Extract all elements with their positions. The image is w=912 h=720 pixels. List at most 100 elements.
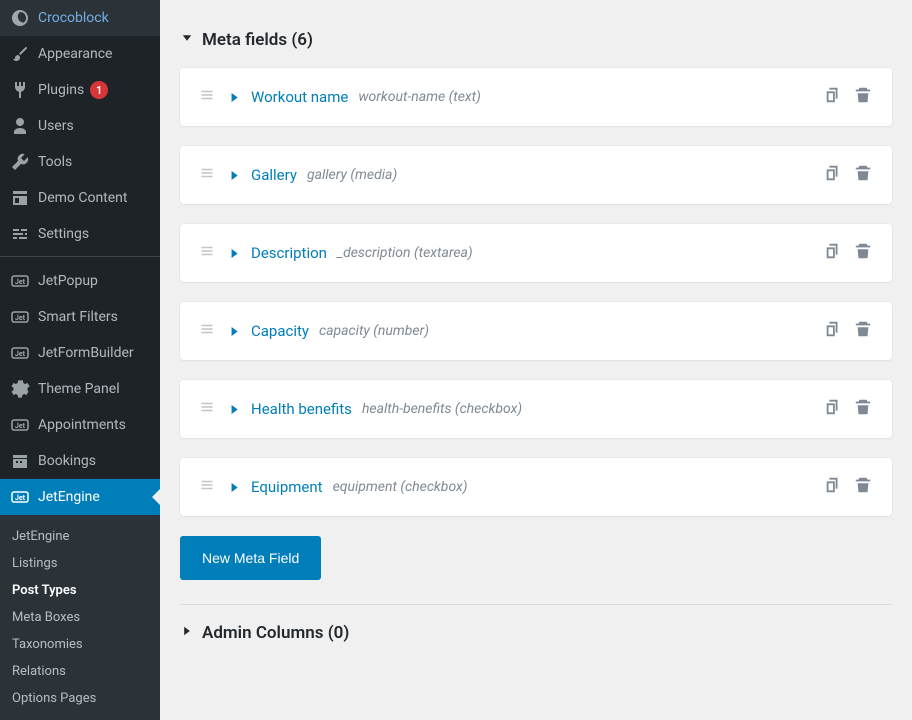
admin-columns-section-header[interactable]: Admin Columns (0) <box>180 604 892 661</box>
demo-icon <box>10 188 30 208</box>
expand-field-icon[interactable] <box>228 325 241 338</box>
meta-field-row: Equipment equipment (checkbox) <box>180 458 892 516</box>
trash-icon[interactable] <box>854 398 872 420</box>
sidebar-item-crocoblock[interactable]: Crocoblock <box>0 0 160 36</box>
sidebar-item-label: Bookings <box>38 453 96 469</box>
meta-fields-section-header[interactable]: Meta fields (6) <box>180 0 892 68</box>
submenu-item-taxonomies[interactable]: Taxonomies <box>0 631 160 658</box>
jet-icon <box>10 307 30 327</box>
chevron-right-icon <box>180 623 194 643</box>
new-meta-field-button[interactable]: New Meta Field <box>180 536 321 580</box>
copy-icon[interactable] <box>824 242 842 264</box>
submenu-item-relations[interactable]: Relations <box>0 658 160 685</box>
sidebar-item-appointments[interactable]: Appointments <box>0 407 160 443</box>
submenu-item-post-types[interactable]: Post Types <box>0 577 160 604</box>
sidebar-item-label: Demo Content <box>38 190 128 206</box>
copy-icon[interactable] <box>824 398 842 420</box>
row-actions <box>824 164 872 186</box>
sidebar-item-jetpopup[interactable]: JetPopup <box>0 263 160 299</box>
field-label[interactable]: Description <box>251 244 327 262</box>
meta-field-row: Description _description (textarea) <box>180 224 892 282</box>
submenu-item-meta-boxes[interactable]: Meta Boxes <box>0 604 160 631</box>
sidebar-item-smart-filters[interactable]: Smart Filters <box>0 299 160 335</box>
sidebar-item-appearance[interactable]: Appearance <box>0 36 160 72</box>
jet-icon <box>10 415 30 435</box>
main-content: Meta fields (6) Workout name workout-name… <box>160 0 912 698</box>
field-meta: capacity (number) <box>319 323 429 339</box>
sidebar-item-label: JetFormBuilder <box>38 345 134 361</box>
user-icon <box>10 116 30 136</box>
copy-icon[interactable] <box>824 476 842 498</box>
expand-field-icon[interactable] <box>228 169 241 182</box>
expand-field-icon[interactable] <box>228 247 241 260</box>
meta-field-row: Workout name workout-name (text) <box>180 68 892 126</box>
copy-icon[interactable] <box>824 320 842 342</box>
section-title: Admin Columns (0) <box>202 623 349 643</box>
jetengine-submenu: JetEngineListingsPost TypesMeta BoxesTax… <box>0 515 160 720</box>
sidebar-item-tools[interactable]: Tools <box>0 144 160 180</box>
row-actions <box>824 476 872 498</box>
update-badge: 1 <box>90 81 108 99</box>
gear-icon <box>10 379 30 399</box>
trash-icon[interactable] <box>854 86 872 108</box>
field-meta: gallery (media) <box>307 167 397 183</box>
submenu-item-jetengine[interactable]: JetEngine <box>0 523 160 550</box>
brush-icon <box>10 44 30 64</box>
row-actions <box>824 86 872 108</box>
drag-handle-icon[interactable] <box>200 88 214 106</box>
sidebar-item-label: JetPopup <box>38 273 98 289</box>
row-actions <box>824 242 872 264</box>
sidebar-item-label: Users <box>38 118 74 134</box>
field-meta: _description (textarea) <box>337 245 473 261</box>
copy-icon[interactable] <box>824 164 842 186</box>
field-label[interactable]: Gallery <box>251 166 297 184</box>
wrench-icon <box>10 152 30 172</box>
submenu-item-options-pages[interactable]: Options Pages <box>0 685 160 712</box>
sidebar-item-label: Tools <box>38 154 72 170</box>
expand-field-icon[interactable] <box>228 91 241 104</box>
meta-field-row: Health benefits health-benefits (checkbox… <box>180 380 892 438</box>
sidebar-item-label: JetEngine <box>38 489 100 505</box>
field-meta: workout-name (text) <box>358 89 481 105</box>
sidebar-item-label: Plugins <box>38 82 84 98</box>
drag-handle-icon[interactable] <box>200 478 214 496</box>
sidebar-item-bookings[interactable]: Bookings <box>0 443 160 479</box>
field-meta: equipment (checkbox) <box>333 479 468 495</box>
field-meta: health-benefits (checkbox) <box>362 401 522 417</box>
jet-icon <box>10 271 30 291</box>
copy-icon[interactable] <box>824 86 842 108</box>
bookings-icon <box>10 451 30 471</box>
sidebar-item-label: Crocoblock <box>38 10 109 26</box>
expand-field-icon[interactable] <box>228 481 241 494</box>
trash-icon[interactable] <box>854 320 872 342</box>
field-label[interactable]: Health benefits <box>251 400 352 418</box>
sidebar-item-settings[interactable]: Settings <box>0 216 160 252</box>
submenu-item-listings[interactable]: Listings <box>0 550 160 577</box>
field-label[interactable]: Workout name <box>251 88 348 106</box>
expand-field-icon[interactable] <box>228 403 241 416</box>
sidebar-item-plugins[interactable]: Plugins 1 <box>0 72 160 108</box>
plug-icon <box>10 80 30 100</box>
drag-handle-icon[interactable] <box>200 322 214 340</box>
jet-icon <box>10 343 30 363</box>
menu-separator <box>0 252 160 257</box>
sidebar-item-demo-content[interactable]: Demo Content <box>0 180 160 216</box>
sidebar-item-users[interactable]: Users <box>0 108 160 144</box>
field-label[interactable]: Equipment <box>251 478 323 496</box>
drag-handle-icon[interactable] <box>200 166 214 184</box>
section-title: Meta fields (6) <box>202 30 313 50</box>
field-label[interactable]: Capacity <box>251 322 309 340</box>
sidebar-item-jetformbuilder[interactable]: JetFormBuilder <box>0 335 160 371</box>
sliders-icon <box>10 224 30 244</box>
drag-handle-icon[interactable] <box>200 400 214 418</box>
admin-sidebar: Crocoblock Appearance Plugins 1 Users Tools De… <box>0 0 160 698</box>
drag-handle-icon[interactable] <box>200 244 214 262</box>
sidebar-item-jetengine[interactable]: JetEngine <box>0 479 160 515</box>
trash-icon[interactable] <box>854 476 872 498</box>
sidebar-item-theme-panel[interactable]: Theme Panel <box>0 371 160 407</box>
jet-icon <box>10 487 30 507</box>
croco-icon <box>10 8 30 28</box>
trash-icon[interactable] <box>854 242 872 264</box>
sidebar-item-label: Appointments <box>38 417 126 433</box>
trash-icon[interactable] <box>854 164 872 186</box>
